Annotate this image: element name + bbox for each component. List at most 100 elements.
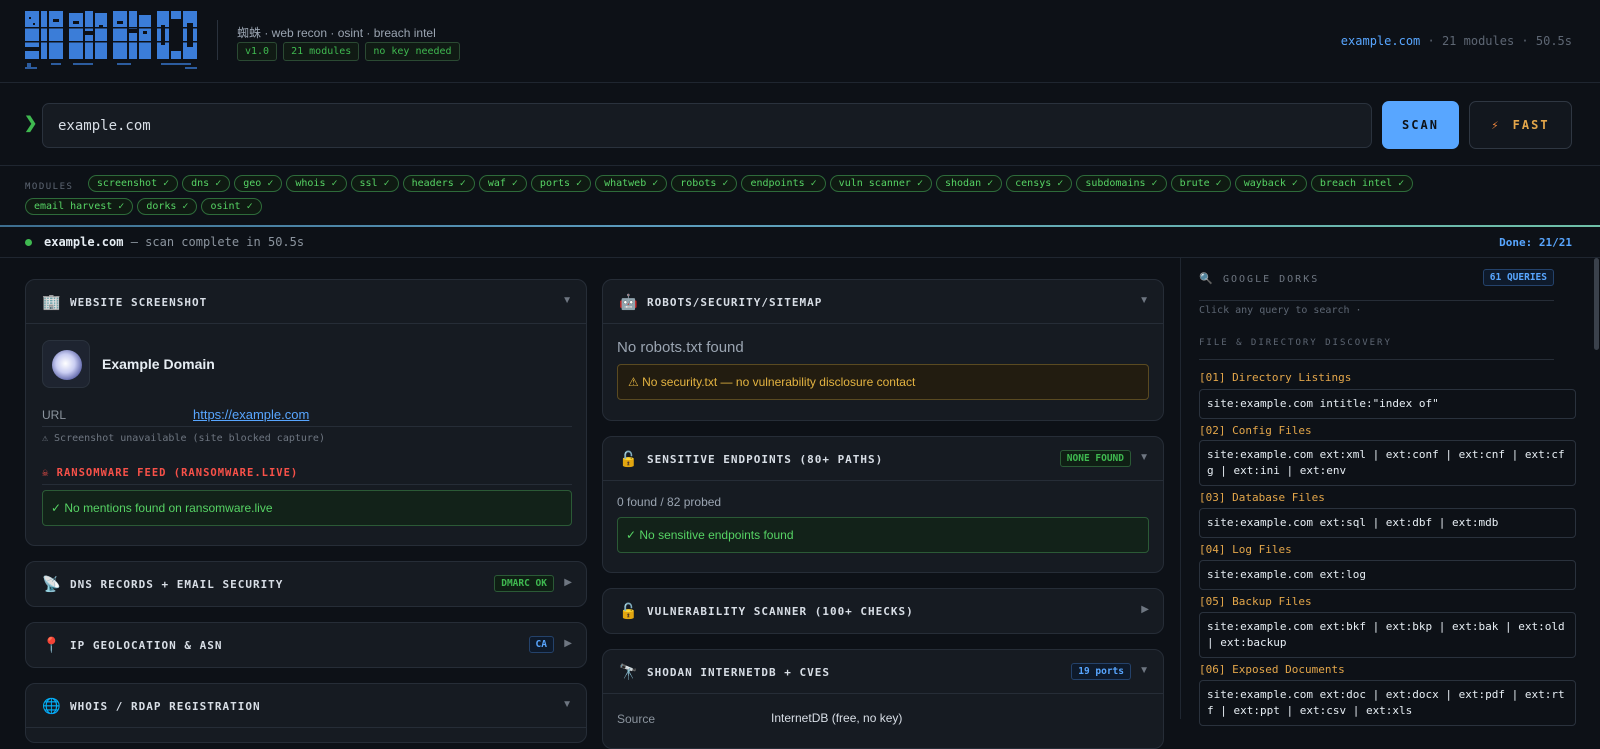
no-key-tag: no key needed	[365, 42, 460, 61]
status-detail: — scan complete in 50.5s	[123, 235, 305, 249]
queries-badge: 61 QUERIES	[1482, 269, 1554, 286]
dork-query[interactable]: site:example.com ext:bkf | ext:bkp | ext…	[1199, 612, 1576, 658]
dork-name: [06] Exposed Documents	[1199, 663, 1345, 676]
google-dorks-panel: 🔍 GOOGLE DORKS 61 QUERIES Click any quer…	[1180, 258, 1576, 726]
whois-card-header[interactable]: 🌐 WHOIS / RDAP REGISTRATION ▼	[26, 684, 586, 728]
app-header: 蜘蛛 · web recon · osint · breach intel v1…	[0, 0, 1600, 83]
robot-icon: 🤖	[619, 294, 638, 311]
telescope-icon: 🔭	[619, 664, 638, 681]
vuln-scanner-card[interactable]: 🔓 VULNERABILITY SCANNER (100+ CHECKS) ▶	[602, 588, 1164, 634]
summary-details: · 21 modules · 50.5s	[1420, 34, 1573, 48]
divider	[42, 426, 572, 427]
endpoints-result: ✓ No sensitive endpoints found	[617, 517, 1149, 553]
chevron-down-icon[interactable]: ▼	[562, 699, 572, 710]
module-chip-email-harvest[interactable]: email harvest ✓	[25, 198, 134, 215]
url-label: URL	[42, 408, 67, 422]
ransomware-feed-title: ☠ RANSOMWARE FEED (RANSOMWARE.LIVE)	[42, 467, 299, 479]
module-chip-dns[interactable]: dns ✓	[182, 175, 231, 192]
scan-button[interactable]: SCAN	[1382, 101, 1459, 149]
screenshot-card-header[interactable]: 🏢 WEBSITE SCREENSHOT ▼	[26, 280, 586, 324]
module-chip-endpoints[interactable]: endpoints ✓	[741, 175, 826, 192]
module-chip-waf[interactable]: waf ✓	[478, 175, 527, 192]
screenshot-note: ⚠ Screenshot unavailable (site blocked c…	[42, 433, 325, 444]
divider	[1199, 300, 1554, 301]
module-chip-robots[interactable]: robots ✓	[671, 175, 738, 192]
search-icon: 🔍	[1199, 273, 1213, 285]
module-chip-geo[interactable]: geo ✓	[234, 175, 283, 192]
vuln-card-header[interactable]: 🔓 VULNERABILITY SCANNER (100+ CHECKS) ▶	[603, 589, 1163, 633]
module-chip-vuln-scanner[interactable]: vuln scanner ✓	[829, 175, 932, 192]
chevron-down-icon[interactable]: ▼	[1139, 452, 1149, 463]
version-tag: v1.0	[237, 42, 278, 61]
country-badge: CA	[528, 636, 554, 653]
module-chip-breach-intel[interactable]: breach intel ✓	[1310, 175, 1414, 192]
globe-icon	[52, 350, 82, 380]
source-value: InternetDB (free, no key)	[771, 711, 903, 725]
card-title: WHOIS / RDAP REGISTRATION	[70, 700, 261, 713]
card-title: SENSITIVE ENDPOINTS (80+ PATHS)	[647, 453, 884, 466]
unlock-icon: 🔓	[619, 603, 638, 620]
dork-query[interactable]: site:example.com intitle:"index of"	[1199, 389, 1576, 419]
scrollbar-thumb[interactable]	[1594, 258, 1599, 350]
dork-query[interactable]: site:example.com ext:xml | ext:conf | ex…	[1199, 440, 1576, 486]
module-chip-whois[interactable]: whois ✓	[286, 175, 347, 192]
chevron-right-icon[interactable]: ▶	[1141, 604, 1149, 615]
lightning-icon: ⚡	[1491, 118, 1501, 132]
globe-icon: 🌐	[42, 698, 61, 715]
dork-query[interactable]: site:example.com ext:log	[1199, 560, 1576, 590]
card-title: WEBSITE SCREENSHOT	[70, 296, 208, 309]
ports-badge: 19 ports	[1071, 663, 1131, 680]
header-tags: v1.0 21 modules no key needed	[237, 42, 460, 61]
fast-button[interactable]: ⚡ FAST	[1469, 101, 1572, 149]
module-chip-screenshot[interactable]: screenshot ✓	[87, 175, 179, 192]
modules-count-tag: 21 modules	[283, 42, 360, 61]
dns-card-header[interactable]: 📡 DNS RECORDS + EMAIL SECURITY DMARC OK …	[26, 562, 586, 606]
module-chip-ports[interactable]: ports ✓	[530, 175, 592, 192]
site-title: Example Domain	[102, 356, 215, 372]
header-divider	[217, 20, 218, 60]
module-chip-osint[interactable]: osint ✓	[201, 198, 262, 215]
module-chip-whatweb[interactable]: whatweb ✓	[595, 175, 668, 192]
endpoints-card-header[interactable]: 🔓 SENSITIVE ENDPOINTS (80+ PATHS) NONE F…	[603, 437, 1163, 481]
dns-card[interactable]: 📡 DNS RECORDS + EMAIL SECURITY DMARC OK …	[25, 561, 587, 607]
satellite-icon: 📡	[42, 576, 61, 593]
endpoints-badge: NONE FOUND	[1059, 450, 1131, 467]
chevron-right-icon[interactable]: ▶	[564, 638, 572, 649]
module-chip-ssl[interactable]: ssl ✓	[350, 175, 399, 192]
dork-query[interactable]: site:example.com ext:sql | ext:dbf | ext…	[1199, 508, 1576, 538]
module-chip-dorks[interactable]: dorks ✓	[137, 198, 198, 215]
site-url-link[interactable]: https://example.com	[193, 407, 309, 422]
app-subtitle: 蜘蛛 · web recon · osint · breach intel	[237, 26, 436, 40]
status-domain: example.com	[44, 235, 124, 249]
chevron-down-icon[interactable]: ▼	[1139, 665, 1149, 676]
dork-name: [03] Database Files	[1199, 491, 1325, 504]
geo-card[interactable]: 📍 IP GEOLOCATION & ASN CA ▶	[25, 622, 587, 668]
dork-query[interactable]: site:example.com ext:doc | ext:docx | ex…	[1199, 680, 1576, 726]
shodan-card: 🔭 SHODAN INTERNETDB + CVES 19 ports ▼ So…	[602, 649, 1164, 749]
pin-icon: 📍	[42, 637, 61, 654]
module-chip-wayback[interactable]: wayback ✓	[1234, 175, 1307, 192]
dmarc-badge: DMARC OK	[494, 575, 554, 592]
whois-card[interactable]: 🌐 WHOIS / RDAP REGISTRATION ▼	[25, 683, 587, 743]
module-chip-subdomains[interactable]: subdomains ✓	[1076, 175, 1167, 192]
card-title: DNS RECORDS + EMAIL SECURITY	[70, 578, 284, 591]
chevron-right-icon[interactable]: ▶	[564, 577, 572, 588]
target-input[interactable]	[42, 103, 1372, 148]
dorks-title: GOOGLE DORKS	[1223, 274, 1320, 285]
security-txt-warning: ⚠ No security.txt — no vulnerability dis…	[617, 364, 1149, 400]
module-chip-headers[interactable]: headers ✓	[402, 175, 475, 192]
chevron-down-icon[interactable]: ▼	[1139, 295, 1149, 306]
status-dot	[25, 239, 32, 246]
robots-card-header[interactable]: 🤖 ROBOTS/SECURITY/SITEMAP ▼	[603, 280, 1163, 324]
card-title: VULNERABILITY SCANNER (100+ CHECKS)	[647, 605, 914, 618]
geo-card-header[interactable]: 📍 IP GEOLOCATION & ASN CA ▶	[26, 623, 586, 667]
module-chip-brute[interactable]: brute ✓	[1170, 175, 1231, 192]
dork-name: [04] Log Files	[1199, 543, 1292, 556]
summary-domain: example.com	[1340, 34, 1421, 48]
shodan-card-header[interactable]: 🔭 SHODAN INTERNETDB + CVES 19 ports ▼	[603, 650, 1163, 694]
chevron-down-icon[interactable]: ▼	[562, 295, 572, 306]
module-chip-censys[interactable]: censys ✓	[1006, 175, 1073, 192]
probe-count: 0 found / 82 probed	[617, 495, 722, 509]
module-chip-shodan[interactable]: shodan ✓	[935, 175, 1003, 192]
dork-name: [05] Backup Files	[1199, 595, 1312, 608]
